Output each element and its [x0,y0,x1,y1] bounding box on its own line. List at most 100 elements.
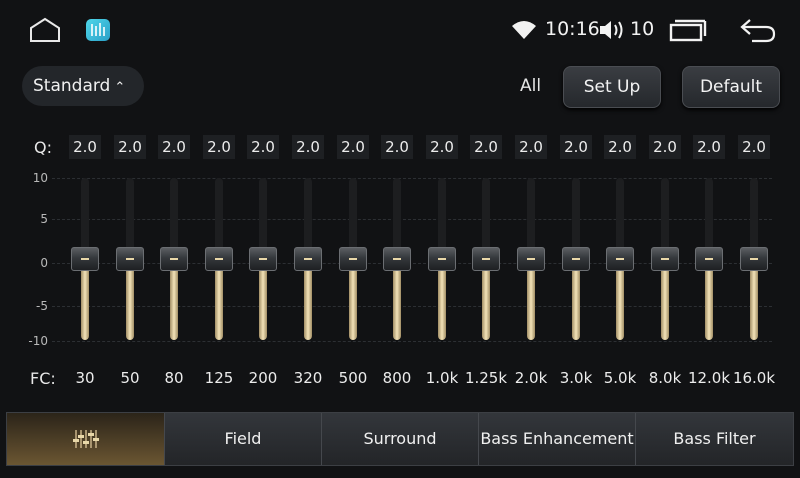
tab-bass-filter[interactable]: Bass Filter [636,413,793,465]
q-value-box[interactable]: 2.0 [337,135,369,159]
tab-field[interactable]: Field [165,413,322,465]
slider-knob[interactable] [517,247,545,271]
slider-knob[interactable] [116,247,144,271]
scale-label: -10 [28,334,48,348]
slider-track-upper[interactable] [304,178,312,258]
gridline [52,341,772,342]
slider-track-upper[interactable] [81,178,89,258]
slider-track-upper[interactable] [170,178,178,258]
slider-track-filled[interactable] [750,262,758,340]
q-value-box[interactable]: 2.0 [114,135,146,159]
volume-level: 10 [630,18,655,40]
slider-track-filled[interactable] [304,262,312,340]
slider-track-filled[interactable] [81,262,89,340]
frequency-label: 30 [75,369,95,387]
frequency-label: 5.0k [603,369,637,387]
frequency-label: 1.25k [464,369,508,387]
back-icon[interactable] [738,16,778,44]
slider-knob[interactable] [205,247,233,271]
slider-knob[interactable] [740,247,768,271]
all-label: All [520,76,542,96]
slider-track-upper[interactable] [616,178,624,258]
slider-track-upper[interactable] [482,178,490,258]
slider-track-filled[interactable] [170,262,178,340]
recent-apps-icon[interactable] [668,18,708,42]
slider-track-filled[interactable] [705,262,713,340]
frequency-label: 2.0k [514,369,548,387]
q-value-box[interactable]: 2.0 [292,135,324,159]
slider-knob[interactable] [160,247,188,271]
q-value-box[interactable]: 2.0 [426,135,458,159]
q-value-box[interactable]: 2.0 [203,135,235,159]
slider-track-filled[interactable] [661,262,669,340]
q-value-box[interactable]: 2.0 [515,135,547,159]
q-value-box[interactable]: 2.0 [470,135,502,159]
volume-icon[interactable] [598,18,626,42]
slider-track-upper[interactable] [126,178,134,258]
slider-track-filled[interactable] [527,262,535,340]
fc-label: FC: [30,369,56,388]
q-value-box[interactable]: 2.0 [69,135,101,159]
slider-knob[interactable] [651,247,679,271]
q-value-box[interactable]: 2.0 [247,135,279,159]
tab-bass-enhancement[interactable]: Bass Enhancement [479,413,636,465]
slider-knob[interactable] [428,247,456,271]
clock: 10:16 [545,18,600,40]
slider-track-upper[interactable] [393,178,401,258]
q-value-box[interactable]: 2.0 [649,135,681,159]
slider-track-upper[interactable] [750,178,758,258]
frequency-label: 12.0k [687,369,731,387]
slider-track-upper[interactable] [572,178,580,258]
slider-track-filled[interactable] [438,262,446,340]
slider-knob[interactable] [606,247,634,271]
q-label: Q: [34,138,52,157]
preset-label: Standard [33,76,111,96]
equalizer-app-icon[interactable] [86,19,110,41]
slider-track-filled[interactable] [482,262,490,340]
slider-track-filled[interactable] [616,262,624,340]
slider-track-upper[interactable] [705,178,713,258]
slider-track-filled[interactable] [572,262,580,340]
home-icon[interactable] [28,16,62,44]
setup-button[interactable]: Set Up [563,66,661,108]
frequency-label: 8.0k [648,369,682,387]
scale-label: 5 [40,212,48,226]
slider-knob[interactable] [695,247,723,271]
slider-track-upper[interactable] [349,178,357,258]
tab-equalizer[interactable] [7,413,165,465]
wifi-icon [512,21,536,39]
tab-surround[interactable]: Surround [322,413,479,465]
frequency-label: 320 [293,369,323,387]
slider-knob[interactable] [383,247,411,271]
slider-track-upper[interactable] [438,178,446,258]
slider-track-filled[interactable] [126,262,134,340]
q-value-box[interactable]: 2.0 [381,135,413,159]
q-value-box[interactable]: 2.0 [158,135,190,159]
slider-knob[interactable] [562,247,590,271]
scale-label: -5 [36,299,48,313]
slider-track-upper[interactable] [215,178,223,258]
slider-track-filled[interactable] [259,262,267,340]
slider-track-upper[interactable] [661,178,669,258]
slider-knob[interactable] [472,247,500,271]
frequency-label: 800 [382,369,412,387]
slider-track-filled[interactable] [349,262,357,340]
q-value-box[interactable]: 2.0 [560,135,592,159]
slider-knob[interactable] [339,247,367,271]
slider-track-upper[interactable] [259,178,267,258]
preset-dropdown[interactable]: Standard ⌃ [22,66,144,106]
frequency-label: 16.0k [732,369,776,387]
q-value-box[interactable]: 2.0 [604,135,636,159]
frequency-label: 125 [204,369,234,387]
default-button[interactable]: Default [682,66,780,108]
slider-track-upper[interactable] [527,178,535,258]
q-value-box[interactable]: 2.0 [693,135,725,159]
scale-label: 10 [32,171,48,185]
slider-track-filled[interactable] [215,262,223,340]
slider-knob[interactable] [294,247,322,271]
frequency-label: 200 [248,369,278,387]
slider-track-filled[interactable] [393,262,401,340]
slider-knob[interactable] [71,247,99,271]
slider-knob[interactable] [249,247,277,271]
q-value-box[interactable]: 2.0 [738,135,770,159]
